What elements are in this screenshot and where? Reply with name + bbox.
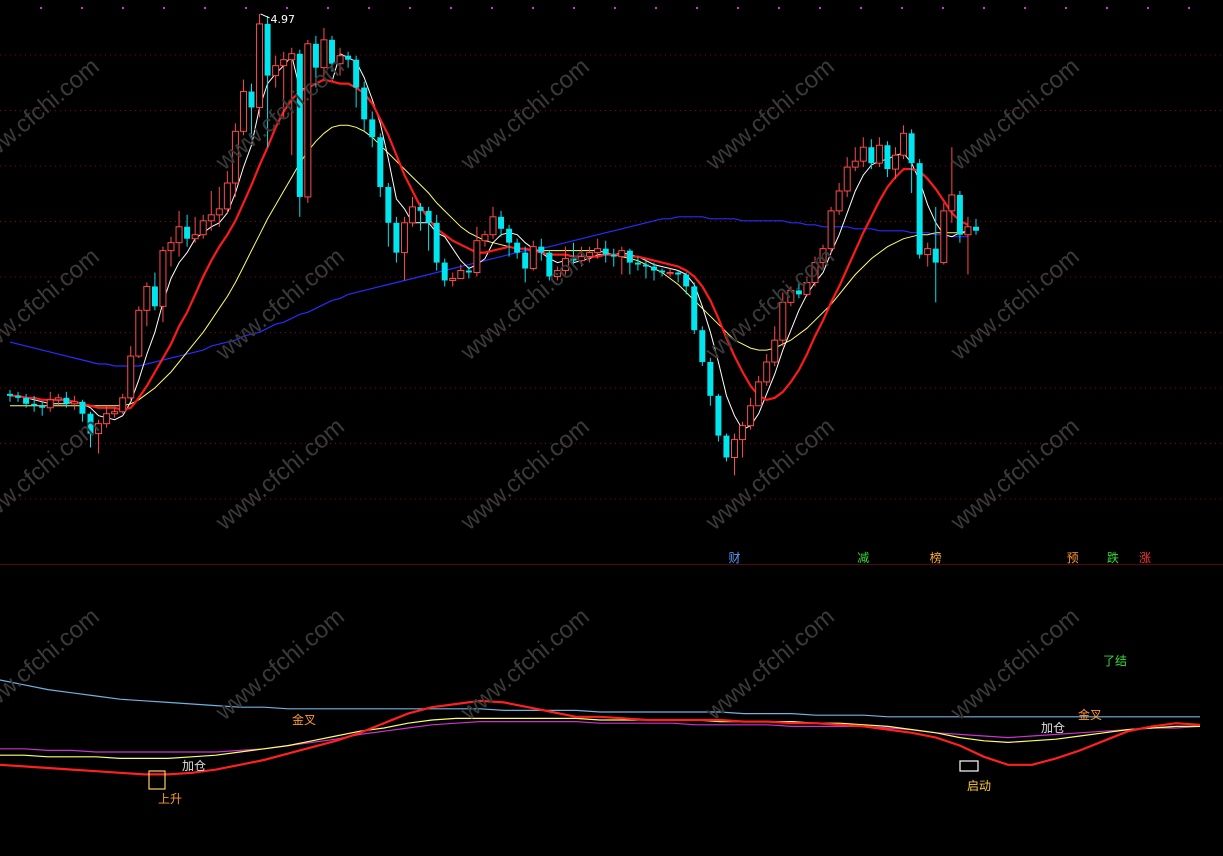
watermark-text: www.cfchi.com (210, 603, 350, 726)
watermark-layer: www.cfchi.com www.cfchi.com www.cfchi.com w… (0, 53, 1085, 726)
watermark-text: www.cfchi.com (0, 413, 105, 536)
watermark-text: www.cfchi.com (0, 603, 105, 726)
watermark-text: www.cfchi.com (455, 603, 595, 726)
watermark-text: www.cfchi.com (455, 53, 595, 176)
watermark-text: www.cfchi.com (0, 53, 105, 176)
watermark-text: www.cfchi.com (945, 243, 1085, 366)
watermark-text: www.cfchi.com (455, 243, 595, 366)
watermark-text: www.cfchi.com (210, 413, 350, 536)
watermark-text: www.cfchi.com (210, 243, 350, 366)
watermark-text: www.cfchi.com (210, 53, 350, 176)
watermark-text: www.cfchi.com (700, 53, 840, 176)
watermark-text: www.cfchi.com (700, 413, 840, 536)
watermark-text: www.cfchi.com (0, 243, 105, 366)
watermark-text: www.cfchi.com (455, 413, 595, 536)
watermark-text: www.cfchi.com (945, 603, 1085, 726)
watermark-text: www.cfchi.com (945, 53, 1085, 176)
watermark-text: www.cfchi.com (700, 243, 840, 366)
watermark-text: www.cfchi.com (700, 603, 840, 726)
watermark-text: www.cfchi.com (945, 413, 1085, 536)
stock-chart: 4.97 财减榜预跌涨 上升 加仓 金叉 启动 加仓 金叉 了结 www.cfchi.com w… (0, 0, 1223, 856)
